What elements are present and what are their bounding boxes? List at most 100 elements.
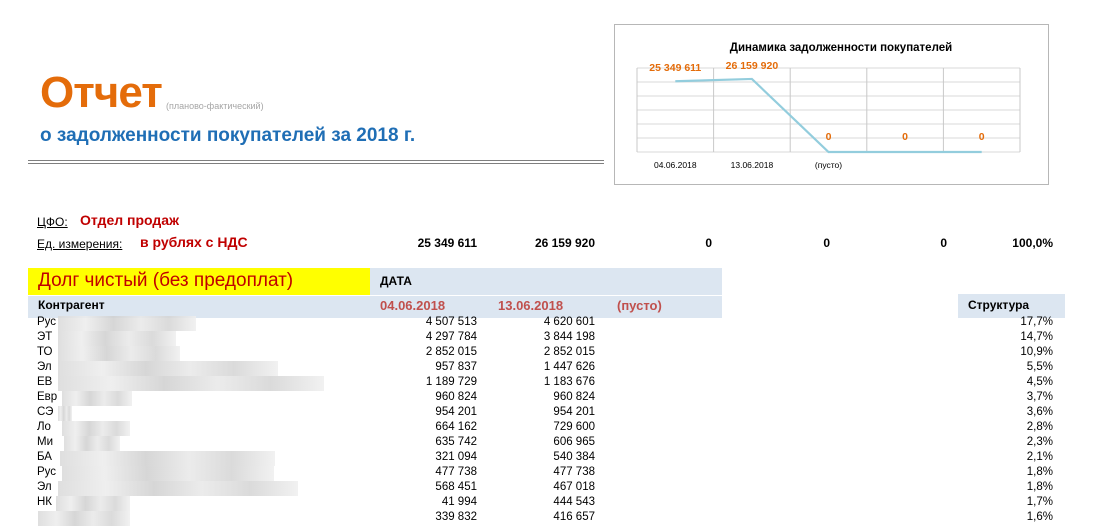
chart-x-tick-label: (пусто): [815, 160, 842, 170]
value-cell: 41 994: [441, 496, 477, 508]
structure-cell: 1,8%: [1026, 466, 1053, 478]
total-value: 0: [940, 236, 947, 250]
debt-dynamics-chart[interactable]: Динамика задолженности покупателей 25 34…: [614, 24, 1049, 185]
structure-header[interactable]: Структура: [968, 298, 1029, 312]
value-cell: 1 447 626: [543, 361, 595, 373]
chart-data-label: 25 349 611: [649, 62, 701, 74]
chart-data-label: 0: [826, 131, 832, 143]
table-row[interactable]: Рус 4 507 513 4 620 601 17,7%: [0, 316, 1095, 331]
table-row[interactable]: ЭТ 4 297 784 3 844 198 14,7%: [0, 331, 1095, 346]
cfo-label: ЦФО:: [37, 215, 68, 229]
table-row[interactable]: СЭ 954 201 954 201 3,6%: [0, 406, 1095, 421]
table-row[interactable]: Ми 635 742 606 965 2,3%: [0, 436, 1095, 451]
value-cell: 957 837: [435, 361, 477, 373]
report-title-note: (планово-фактический): [166, 101, 264, 111]
date-column-header[interactable]: 04.06.2018: [380, 298, 445, 313]
report-title: Отчет: [40, 68, 163, 117]
redacted-name: [58, 316, 196, 331]
counterparty-name: ТО: [37, 346, 53, 358]
redacted-name: [58, 406, 72, 421]
chart-data-label: 0: [979, 131, 985, 143]
table-row[interactable]: ТО 2 852 015 2 852 015 10,9%: [0, 346, 1095, 361]
counterparty-name: ЕВ: [37, 376, 53, 388]
counterparty-name: Рус: [37, 316, 57, 328]
section-title: Долг чистый (без предоплат): [38, 270, 294, 291]
counterparty-name: БА: [37, 451, 52, 463]
redacted-name: [60, 451, 275, 466]
chart-x-tick-label: 13.06.2018: [731, 160, 774, 170]
structure-cell: 17,7%: [1020, 316, 1053, 328]
counterparty-name: ЭТ: [37, 331, 53, 343]
date-header[interactable]: ДАТА: [380, 274, 412, 288]
counterparty-name: Рус: [37, 466, 57, 478]
table-row[interactable]: Эл 568 451 467 018 1,8%: [0, 481, 1095, 496]
structure-cell: 1,6%: [1026, 511, 1053, 523]
table-row[interactable]: Ло 664 162 729 600 2,8%: [0, 421, 1095, 436]
date-column-header[interactable]: (пусто): [617, 298, 662, 313]
value-cell: 477 738: [553, 466, 595, 478]
redacted-name: [58, 481, 298, 496]
counterparty-name: Ло: [37, 421, 51, 433]
table-row[interactable]: Эл 957 837 1 447 626 5,5%: [0, 361, 1095, 376]
counterparty-name: Евр: [37, 391, 58, 403]
value-cell: 2 852 015: [425, 346, 477, 358]
structure-cell: 3,6%: [1026, 406, 1053, 418]
value-cell: 416 657: [553, 511, 595, 523]
chart-title: Динамика задолженности покупателей: [730, 42, 952, 54]
value-cell: 339 832: [435, 511, 477, 523]
date-column-header[interactable]: 13.06.2018: [498, 298, 563, 313]
redacted-name: [58, 346, 180, 361]
counterparty-header[interactable]: Контрагент: [38, 298, 105, 312]
value-cell: 960 824: [435, 391, 477, 403]
value-cell: 2 852 015: [543, 346, 595, 358]
cfo-value: Отдел продаж: [80, 212, 179, 228]
value-cell: 444 543: [553, 496, 595, 508]
table-row[interactable]: Евр 960 824 960 824 3,7%: [0, 391, 1095, 406]
redacted-name: [64, 436, 120, 451]
redacted-name: [62, 466, 274, 481]
counterparty-name: СЭ: [37, 406, 54, 418]
total-value: 0: [823, 236, 830, 250]
counterparty-name: НК: [37, 496, 53, 508]
structure-cell: 1,7%: [1026, 496, 1053, 508]
structure-cell: 3,7%: [1026, 391, 1053, 403]
table-row[interactable]: Рус 477 738 477 738 1,8%: [0, 466, 1095, 481]
table-row[interactable]: ЕВ 1 189 729 1 183 676 4,5%: [0, 376, 1095, 391]
chart-x-tick-label: 04.06.2018: [654, 160, 697, 170]
value-cell: 1 189 729: [425, 376, 477, 388]
structure-cell: 4,5%: [1026, 376, 1053, 388]
counterparty-name: Эл: [37, 481, 52, 493]
value-cell: 606 965: [553, 436, 595, 448]
table-row[interactable]: НК 41 994 444 543 1,7%: [0, 496, 1095, 511]
value-cell: 960 824: [553, 391, 595, 403]
value-cell: 954 201: [435, 406, 477, 418]
value-cell: 635 742: [435, 436, 477, 448]
value-cell: 4 620 601: [543, 316, 595, 328]
redacted-name: [56, 496, 130, 511]
total-value: 0: [705, 236, 712, 250]
value-cell: 3 844 198: [543, 331, 595, 343]
total-value: 25 349 611: [417, 236, 477, 250]
chart-svg: Динамика задолженности покупателей 25 34…: [636, 42, 1021, 170]
chart-data-label: 26 159 920: [726, 60, 779, 72]
structure-cell: 1,8%: [1026, 481, 1053, 493]
structure-cell: 10,9%: [1020, 346, 1053, 358]
redacted-name: [58, 331, 176, 346]
table-row[interactable]: БА 321 094 540 384 2,1%: [0, 451, 1095, 466]
value-cell: 1 183 676: [543, 376, 595, 388]
value-cell: 467 018: [553, 481, 595, 493]
total-value: 26 159 920: [534, 236, 595, 250]
header-divider: [28, 295, 722, 296]
value-cell: 477 738: [435, 466, 477, 478]
value-cell: 729 600: [553, 421, 595, 433]
structure-cell: 5,5%: [1026, 361, 1053, 373]
counterparty-name: Эл: [37, 361, 52, 373]
unit-label: Ед. измерения:: [37, 237, 123, 251]
value-cell: 4 297 784: [425, 331, 477, 343]
title-divider: [28, 163, 604, 164]
chart-data-label: 0: [902, 131, 908, 143]
value-cell: 321 094: [435, 451, 477, 463]
value-cell: 540 384: [553, 451, 595, 463]
report-subtitle: о задолженности покупателей за 2018 г.: [40, 125, 416, 146]
structure-cell: 2,8%: [1026, 421, 1053, 433]
